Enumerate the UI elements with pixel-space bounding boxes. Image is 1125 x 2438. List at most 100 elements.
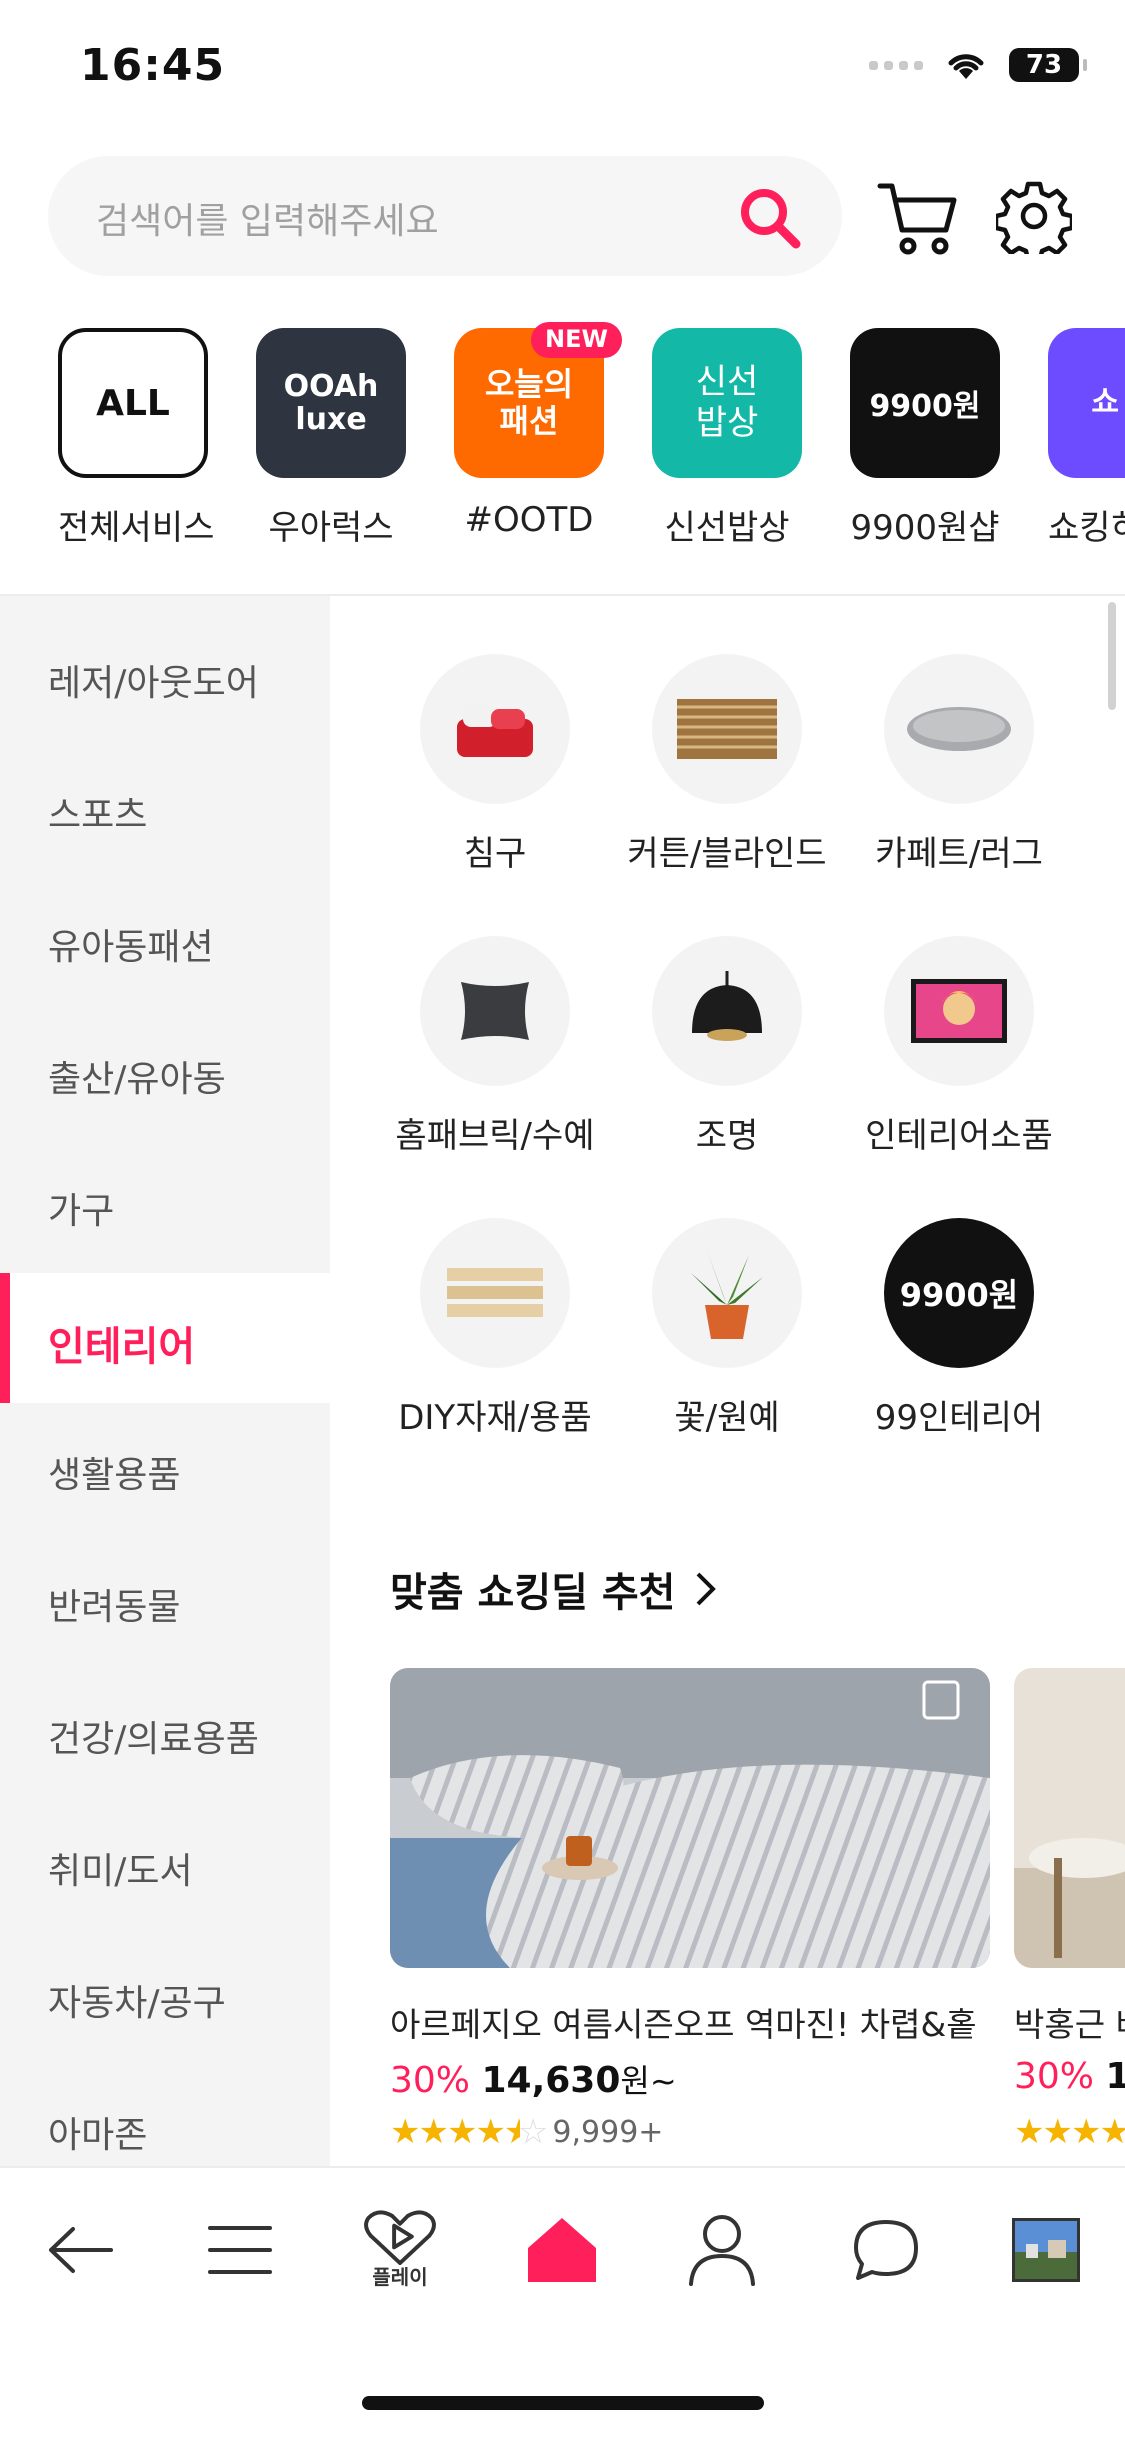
service-shocking[interactable]: 쇼 히어 쇼킹히 <box>1048 328 1125 549</box>
service-label: 신선밥상 <box>664 508 790 548</box>
sidebar-item-interior[interactable]: 인테리어 <box>48 1314 195 1372</box>
ootd-tile-text: 오늘의 패션 <box>484 365 574 440</box>
sidebar-item-baby[interactable]: 출산/유아동 <box>48 1050 226 1102</box>
product-image[interactable] <box>390 1668 990 1968</box>
lamp-icon <box>652 936 802 1086</box>
category-label: 꽃/원예 <box>674 1398 780 1438</box>
play-label: 플레이 <box>372 2265 428 2289</box>
ootd-tile: 오늘의 패션 NEW <box>454 322 622 478</box>
chat-bubble-icon <box>854 2220 918 2280</box>
search-icon[interactable] <box>738 186 802 250</box>
service-label: 우아럭스 <box>268 508 394 548</box>
category-label: 홈패브릭/수예 <box>395 1116 595 1156</box>
product-price: 30% 1 <box>1014 2056 1125 2097</box>
category-label: DIY자재/용품 <box>398 1398 592 1438</box>
service-ootd[interactable]: 오늘의 패션 NEW #OOTD <box>454 322 622 540</box>
rug-icon <box>884 654 1034 804</box>
picture-frame-icon <box>884 936 1034 1086</box>
category-gardening[interactable]: 꽃/원예 <box>597 1218 857 1439</box>
arrow-left-icon <box>49 2227 113 2273</box>
category-bedding[interactable]: 침구 <box>365 654 625 875</box>
wifi-icon <box>948 54 984 79</box>
service-wooah-luxe[interactable]: OOAh luxe 우아럭스 <box>256 328 406 549</box>
sidebar-item-amazon[interactable]: 아마존 <box>48 2106 147 2158</box>
product-rating: ★★★★ <box>1014 2112 1125 2152</box>
sidebar-active-indicator <box>0 1273 10 1403</box>
status-icons: 73 <box>869 48 1087 82</box>
service-label: 쇼킹히 <box>1048 508 1125 548</box>
my-page-button[interactable] <box>682 2210 762 2290</box>
category-99-interior[interactable]: 9900원 99인테리어 <box>829 1218 1089 1439</box>
category-diy[interactable]: DIY자재/용품 <box>365 1218 625 1439</box>
menu-button[interactable] <box>200 2210 280 2290</box>
discount-rate: 30% <box>1014 2056 1095 2097</box>
service-label: #OOTD <box>464 500 594 540</box>
status-time: 16:45 <box>80 40 226 91</box>
play-heart-icon <box>364 2210 436 2265</box>
category-rug[interactable]: 카페트/러그 <box>829 654 1089 875</box>
service-9900-shop[interactable]: 9900원 9900원샵 <box>850 328 1000 549</box>
recent-view-button[interactable] <box>1006 2210 1086 2290</box>
9900-circle: 9900원 <box>884 1218 1034 1368</box>
home-button[interactable] <box>522 2210 602 2290</box>
discount-rate: 30% <box>390 2060 471 2101</box>
home-icon <box>528 2218 596 2282</box>
sidebar-item-leisure[interactable]: 레저/아웃도어 <box>48 654 259 706</box>
star-rating-icon: ★★★★ <box>1014 2112 1125 2152</box>
category-label: 커튼/블라인드 <box>627 834 827 874</box>
chat-button[interactable] <box>846 2210 926 2290</box>
blind-icon <box>652 654 802 804</box>
cellular-signal-icon <box>869 60 923 70</box>
product-rating: ★★★★★☆ 9,999+ <box>390 2112 663 2152</box>
person-icon <box>689 2215 755 2286</box>
battery-icon: 73 <box>1009 48 1087 82</box>
price-value: 1 <box>1105 2056 1125 2097</box>
deals-section-title[interactable]: 맞춤 쇼킹딜 추천 <box>390 1560 717 1618</box>
category-curtain[interactable]: 커튼/블라인드 <box>597 654 857 875</box>
product-image[interactable] <box>1014 1668 1125 1968</box>
bedding-icon <box>420 654 570 804</box>
service-label: 전체서비스 <box>58 508 215 548</box>
scrollbar[interactable] <box>1108 602 1116 710</box>
category-label: 인테리어소품 <box>865 1116 1053 1156</box>
chevron-right-icon <box>697 1572 717 1606</box>
gear-icon[interactable] <box>996 178 1072 254</box>
shocking-tile: 쇼 히어 <box>1048 328 1125 478</box>
category-interior-goods[interactable]: 인테리어소품 <box>829 936 1089 1157</box>
plant-icon <box>652 1218 802 1368</box>
category-sidebar: 레저/아웃도어 스포츠 유아동패션 출산/유아동 가구 인테리어 생활용품 반려… <box>0 596 330 2166</box>
sidebar-item-hobby[interactable]: 취미/도서 <box>48 1842 193 1894</box>
9900-tile: 9900원 <box>850 328 1000 478</box>
fresh-table-tile: 신선 밥상 <box>652 328 802 478</box>
menu-icon <box>208 2226 272 2274</box>
sidebar-item-furniture[interactable]: 가구 <box>48 1182 114 1234</box>
price-suffix: 원~ <box>620 2062 677 2100</box>
service-all[interactable]: ALL 전체서비스 <box>58 328 215 549</box>
sidebar-item-health[interactable]: 건강/의료용품 <box>48 1710 259 1762</box>
deals-title-text: 맞춤 쇼킹딜 추천 <box>390 1570 676 1616</box>
recent-thumbnail-icon <box>1012 2218 1080 2282</box>
product-name[interactable]: 아르페지오 여름시즌오프 역마진! 차렵&홑 <box>390 1998 990 2046</box>
sidebar-item-pets[interactable]: 반려동물 <box>48 1578 180 1630</box>
wood-plank-icon <box>420 1218 570 1368</box>
play-button[interactable]: 플레이 <box>360 2210 440 2290</box>
category-label: 조명 <box>695 1116 759 1156</box>
wooah-luxe-logo: OOAh luxe <box>256 328 406 478</box>
category-label: 침구 <box>463 834 527 874</box>
back-button[interactable] <box>40 2210 120 2290</box>
review-count: 9,999+ <box>552 2114 664 2150</box>
sidebar-item-sports[interactable]: 스포츠 <box>48 786 147 838</box>
product-name[interactable]: 박홍근 바 <box>1014 1998 1125 2046</box>
home-indicator <box>362 2396 764 2410</box>
all-services-tile: ALL <box>58 328 208 478</box>
search-input[interactable]: 검색어를 입력해주세요 <box>96 192 439 244</box>
category-lighting[interactable]: 조명 <box>597 936 857 1157</box>
sidebar-item-living[interactable]: 생활용품 <box>48 1446 180 1498</box>
category-home-fabric[interactable]: 홈패브릭/수예 <box>365 936 625 1157</box>
sidebar-item-auto[interactable]: 자동차/공구 <box>48 1974 226 2026</box>
category-label: 카페트/러그 <box>875 834 1043 874</box>
product-price: 30% 14,630원~ <box>390 2056 677 2102</box>
sidebar-item-kids-fashion[interactable]: 유아동패션 <box>48 918 214 970</box>
service-fresh-table[interactable]: 신선 밥상 신선밥상 <box>652 328 802 549</box>
cart-icon[interactable] <box>876 178 960 258</box>
